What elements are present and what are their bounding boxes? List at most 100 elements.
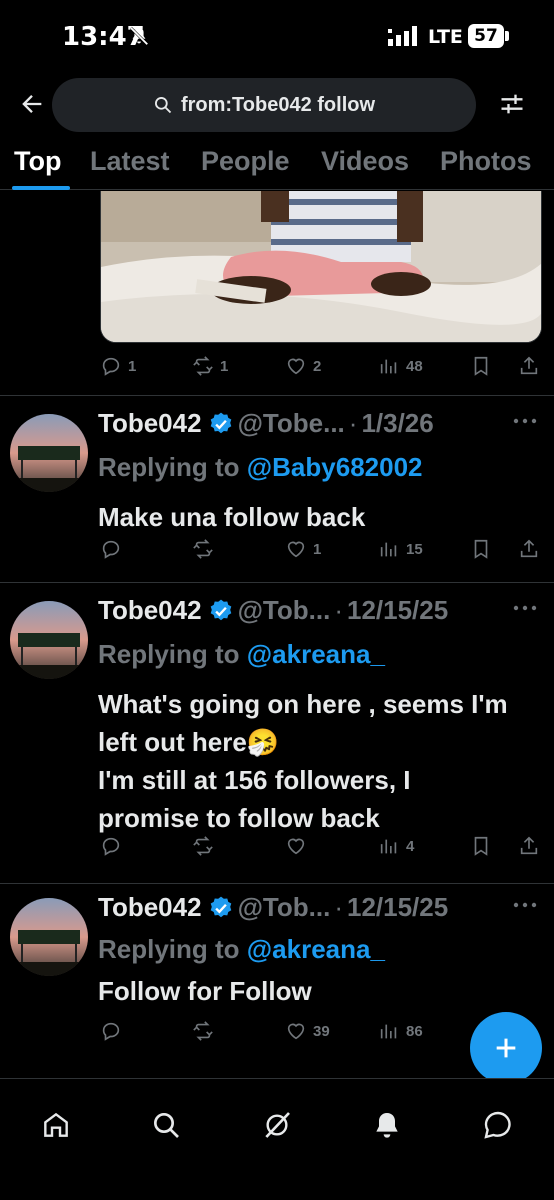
separator-dot: · [348, 408, 358, 438]
bookmark-icon [474, 539, 488, 559]
tweet[interactable]: Tobe042 @Tob... · 12/15/25 Replying to @… [0, 582, 554, 882]
tab-videos[interactable]: Videos [321, 146, 409, 177]
tweet-text: Make una follow back [98, 502, 366, 532]
tweet-media-image[interactable] [100, 191, 542, 343]
repost-icon [193, 836, 213, 856]
handle[interactable]: @Tobe... [238, 408, 345, 439]
more-options-icon[interactable] [512, 900, 538, 910]
messages-icon [484, 1111, 511, 1139]
repost-button[interactable] [192, 835, 220, 857]
bookmark-button[interactable] [470, 538, 492, 560]
repost-icon [193, 1021, 213, 1041]
repost-button[interactable] [192, 538, 220, 560]
active-tab-indicator [12, 186, 70, 190]
mention-link[interactable]: @akreana_ [247, 934, 385, 964]
replying-to: Replying to @akreana_ [98, 934, 385, 965]
bookmark-icon [474, 356, 488, 376]
tweet-header: Tobe042 @Tob... · 12/15/25 [98, 595, 448, 626]
repost-count: 1 [220, 357, 229, 375]
avatar[interactable] [10, 601, 88, 679]
plus-icon [496, 1038, 516, 1058]
repost-button[interactable] [192, 1020, 220, 1042]
bookmark-button[interactable] [470, 355, 492, 377]
nav-messages[interactable] [478, 1105, 518, 1145]
tab-people[interactable]: People [201, 146, 290, 177]
nav-notifications[interactable] [367, 1105, 407, 1145]
display-name[interactable]: Tobe042 [98, 892, 202, 923]
network-type: LTE [428, 26, 463, 48]
more-options-icon[interactable] [512, 603, 538, 613]
nav-grok[interactable] [257, 1105, 297, 1145]
tab-photos[interactable]: Photos [440, 146, 532, 177]
replying-label: Replying to [98, 639, 240, 669]
nav-home[interactable] [36, 1105, 76, 1145]
tweet-text: What's going on here , seems I'm left ou… [98, 689, 508, 833]
replying-label: Replying to [98, 452, 240, 482]
bookmark-button[interactable] [470, 835, 492, 857]
bottom-navigation [0, 1078, 554, 1200]
display-name[interactable]: Tobe042 [98, 595, 202, 626]
reply-button[interactable] [100, 835, 128, 857]
like-button[interactable]: 39 [285, 1020, 330, 1042]
tweet-date[interactable]: 12/15/25 [347, 892, 448, 923]
home-icon [44, 1112, 68, 1137]
like-button[interactable]: 1 [285, 538, 321, 560]
search-icon [154, 97, 172, 114]
tab-top[interactable]: Top [14, 146, 61, 177]
battery-icon: 57 [468, 24, 504, 48]
search-filter-button[interactable] [494, 86, 530, 122]
search-results-feed[interactable]: 1 1 2 48 Tobe042 @Tobe... · 1/3/26 Reply… [0, 191, 554, 1071]
share-button[interactable] [518, 835, 540, 857]
reply-icon [102, 837, 120, 856]
mention-link[interactable]: @akreana_ [247, 639, 385, 669]
compose-post-button[interactable] [470, 1012, 542, 1084]
views-button[interactable]: 86 [378, 1020, 423, 1042]
avatar[interactable] [10, 898, 88, 976]
views-button[interactable]: 48 [378, 355, 423, 377]
handle[interactable]: @Tob... [238, 892, 331, 923]
replying-to: Replying to @akreana_ [98, 639, 385, 670]
views-button[interactable]: 4 [378, 835, 414, 857]
views-count: 15 [406, 540, 423, 558]
search-query: from:Tobe042 follow [180, 93, 376, 116]
views-button[interactable]: 15 [378, 538, 423, 560]
battery-level: 57 [474, 26, 498, 46]
like-count: 2 [313, 357, 322, 375]
tweet[interactable]: Tobe042 @Tobe... · 1/3/26 Replying to @B… [0, 395, 554, 581]
repost-icon [193, 356, 213, 376]
avatar-image [10, 414, 88, 492]
reply-button[interactable] [100, 1020, 128, 1042]
like-button[interactable]: 2 [285, 355, 321, 377]
share-icon [520, 539, 538, 558]
status-bar: 13:47 LTE 57 [0, 0, 554, 76]
like-icon [287, 1023, 305, 1040]
like-button[interactable] [285, 835, 313, 857]
like-icon [287, 838, 305, 855]
tweet-actions: 4 [0, 835, 554, 865]
verified-badge-icon [210, 896, 231, 917]
nav-search[interactable] [146, 1105, 186, 1145]
avatar-image [10, 898, 88, 976]
verified-badge-icon [210, 599, 231, 620]
reply-button[interactable] [100, 538, 128, 560]
search-tabs: Top Latest People Videos Photos [0, 138, 554, 190]
more-options-icon[interactable] [512, 416, 538, 426]
views-icon [380, 1024, 397, 1039]
share-button[interactable] [518, 538, 540, 560]
reply-button[interactable]: 1 [100, 355, 136, 377]
tweet-date[interactable]: 1/3/26 [361, 408, 433, 439]
repost-button[interactable]: 1 [192, 355, 228, 377]
search-input[interactable]: from:Tobe042 follow [52, 78, 476, 132]
tab-latest[interactable]: Latest [90, 146, 170, 177]
avatar[interactable] [10, 414, 88, 492]
share-button[interactable] [518, 355, 540, 377]
separator-dot: · [334, 595, 343, 625]
avatar-image [10, 601, 88, 679]
handle[interactable]: @Tob... [238, 595, 331, 626]
share-icon [520, 836, 538, 855]
tweet-date[interactable]: 12/15/25 [347, 595, 448, 626]
replying-label: Replying to [98, 934, 240, 964]
mention-link[interactable]: @Baby682002 [247, 452, 423, 482]
back-button[interactable] [14, 86, 50, 122]
display-name[interactable]: Tobe042 [98, 408, 202, 439]
